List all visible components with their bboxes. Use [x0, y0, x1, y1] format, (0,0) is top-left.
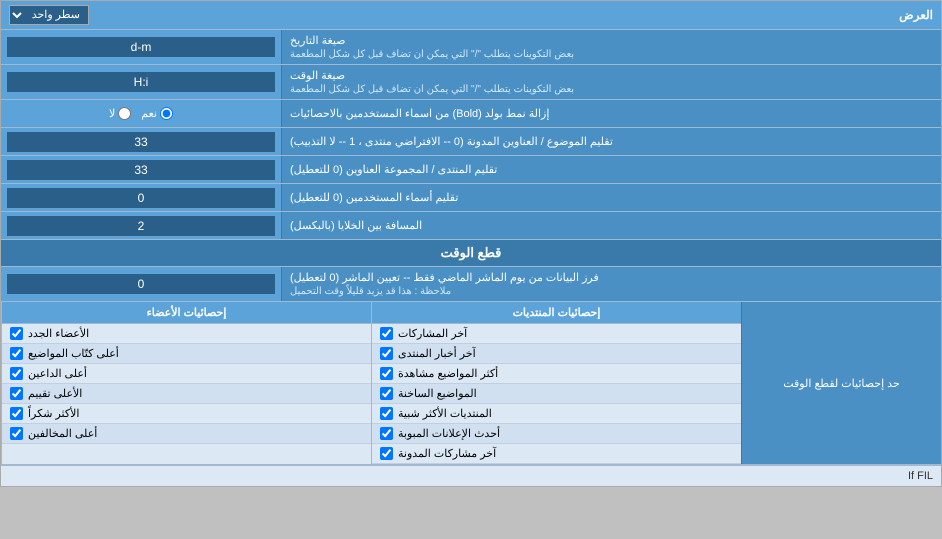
checkbox-item-member-4: الأكثر شكراً: [2, 404, 371, 424]
topic-titles-input[interactable]: [7, 132, 275, 152]
date-format-input[interactable]: [7, 37, 275, 57]
cb-forum-4[interactable]: [380, 407, 393, 420]
cb-member-4[interactable]: [10, 407, 23, 420]
time-format-row: صيغة الوقت بعض التكوينات يتطلب "/" التي …: [1, 65, 941, 100]
bottom-text-row: If FIL: [1, 465, 941, 486]
checkboxes-section: حد إحصائيات لقطع الوقت إحصائيات المنتديا…: [1, 302, 941, 465]
cell-spacing-label: المسافة بين الخلايا (بالبكسل): [281, 212, 941, 239]
usernames-trim-input[interactable]: [7, 188, 275, 208]
cutoff-input[interactable]: [7, 274, 275, 294]
forum-titles-row: تقليم المنتدى / المجموعة العناوين (0 للت…: [1, 156, 941, 184]
main-container: العرض سطر واحدسطرينثلاثة أسطر صيغة التار…: [0, 0, 942, 487]
cell-spacing-input-cell: [1, 212, 281, 239]
topic-titles-row: تقليم الموضوع / العناوين المدونة (0 -- ا…: [1, 128, 941, 156]
checkbox-item-forum-5: أحدث الإعلانات المبوبة: [372, 424, 741, 444]
bold-remove-label: إزالة نمط بولد (Bold) من اسماء المستخدمي…: [281, 100, 941, 127]
page-title: العرض: [899, 8, 933, 22]
cb-member-2[interactable]: [10, 367, 23, 380]
radio-yes[interactable]: [160, 107, 173, 120]
bold-remove-row: إزالة نمط بولد (Bold) من اسماء المستخدمي…: [1, 100, 941, 128]
checkbox-item-member-5: أعلى المخالفين: [2, 424, 371, 444]
cb-member-1[interactable]: [10, 347, 23, 360]
header-row: العرض سطر واحدسطرينثلاثة أسطر: [1, 1, 941, 30]
checkbox-item-forum-2: أكثر المواضيع مشاهدة: [372, 364, 741, 384]
time-format-label: صيغة الوقت بعض التكوينات يتطلب "/" التي …: [281, 65, 941, 99]
usernames-trim-row: تقليم أسماء المستخدمين (0 للتعطيل): [1, 184, 941, 212]
checkbox-item-forum-1: آخر أخبار المنتدى: [372, 344, 741, 364]
forum-titles-label: تقليم المنتدى / المجموعة العناوين (0 للت…: [281, 156, 941, 183]
forum-stats-header: إحصائيات المنتديات: [372, 302, 741, 324]
forum-stats-col: إحصائيات المنتديات آخر المشاركات آخر أخب…: [371, 302, 741, 464]
checkbox-item-member-0: الأعضاء الجدد: [2, 324, 371, 344]
radio-yes-label[interactable]: نعم: [141, 107, 173, 120]
bold-remove-radio-cell: نعم لا: [1, 100, 281, 127]
cb-forum-0[interactable]: [380, 327, 393, 340]
checkbox-item-member-2: أعلى الداعين: [2, 364, 371, 384]
checkbox-item-forum-0: آخر المشاركات: [372, 324, 741, 344]
member-stats-header: إحصائيات الأعضاء: [2, 302, 371, 324]
cutoff-label: فرز البيانات من يوم الماشر الماضي فقط --…: [281, 267, 941, 301]
date-format-row: صيغة التاريخ بعض التكوينات يتطلب "/" الت…: [1, 30, 941, 65]
cb-member-3[interactable]: [10, 387, 23, 400]
forum-titles-input[interactable]: [7, 160, 275, 180]
time-format-input-cell: [1, 65, 281, 99]
cutoff-row: فرز البيانات من يوم الماشر الماضي فقط --…: [1, 267, 941, 302]
topic-titles-input-cell: [1, 128, 281, 155]
usernames-trim-input-cell: [1, 184, 281, 211]
topic-titles-label: تقليم الموضوع / العناوين المدونة (0 -- ا…: [281, 128, 941, 155]
cell-spacing-row: المسافة بين الخلايا (بالبكسل): [1, 212, 941, 240]
cb-forum-6[interactable]: [380, 447, 393, 460]
checkbox-item-forum-3: المواضيع الساخنة: [372, 384, 741, 404]
cb-forum-2[interactable]: [380, 367, 393, 380]
cutoff-input-cell: [1, 267, 281, 301]
radio-no-label[interactable]: لا: [109, 107, 131, 120]
cb-forum-5[interactable]: [380, 427, 393, 440]
checkbox-item-member-3: الأعلى تقييم: [2, 384, 371, 404]
cb-forum-1[interactable]: [380, 347, 393, 360]
cb-member-5[interactable]: [10, 427, 23, 440]
forum-titles-input-cell: [1, 156, 281, 183]
cb-forum-3[interactable]: [380, 387, 393, 400]
time-format-input[interactable]: [7, 72, 275, 92]
limit-label: حد إحصائيات لقطع الوقت: [741, 302, 941, 464]
checkbox-item-forum-6: آخر مشاركات المدونة: [372, 444, 741, 464]
cb-member-0[interactable]: [10, 327, 23, 340]
member-stats-col: إحصائيات الأعضاء الأعضاء الجدد أعلى كتّا…: [1, 302, 371, 464]
display-mode-select[interactable]: سطر واحدسطرينثلاثة أسطر: [9, 5, 89, 25]
usernames-trim-label: تقليم أسماء المستخدمين (0 للتعطيل): [281, 184, 941, 211]
date-format-input-cell: [1, 30, 281, 64]
date-format-label: صيغة التاريخ بعض التكوينات يتطلب "/" الت…: [281, 30, 941, 64]
radio-no[interactable]: [118, 107, 131, 120]
cell-spacing-input[interactable]: [7, 216, 275, 236]
checkbox-item-forum-4: المنتديات الأكثر شبية: [372, 404, 741, 424]
checkbox-item-member-1: أعلى كتّاب المواضيع: [2, 344, 371, 364]
cutoff-section-header: قطع الوقت: [1, 240, 941, 267]
